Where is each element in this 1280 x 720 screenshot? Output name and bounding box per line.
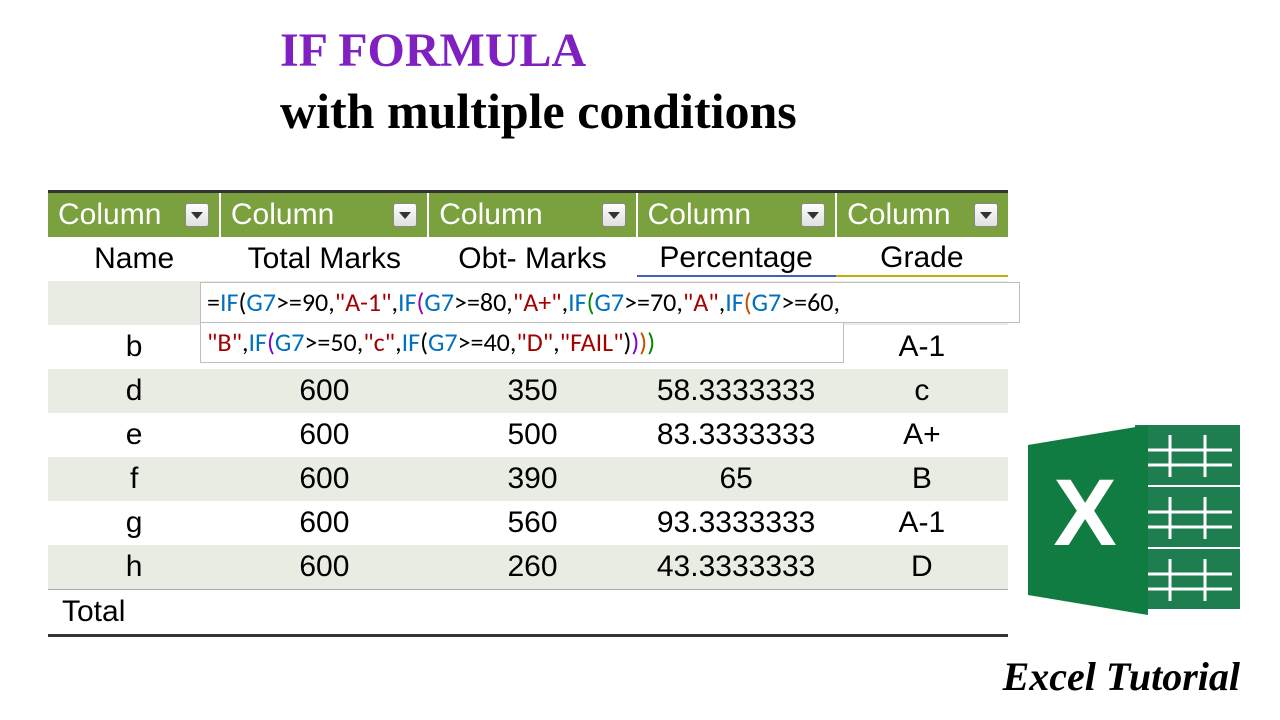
cell-total[interactable]: 600 [220,550,428,584]
col-label-name: Name [48,242,220,276]
filter-dropdown-icon[interactable] [185,203,209,227]
col-label-total: Total Marks [220,242,428,276]
cell-obt[interactable]: 500 [428,418,636,452]
title-line-1: IF FORMULA [280,25,1030,78]
table-row: d 600 350 58.3333333 c [48,369,1008,413]
cell-grade[interactable]: A-1 [836,330,1008,364]
cell-obt[interactable]: 560 [428,506,636,540]
table-row: b A-1 [48,325,1008,369]
filter-dropdown-icon[interactable] [393,203,417,227]
col-label-grade: Grade [836,241,1008,277]
cell-pct[interactable]: 58.3333333 [637,374,836,408]
table-row: h 600 260 43.3333333 D [48,545,1008,589]
title-line-2: with multiple conditions [280,84,1030,139]
filter-header-label: Column [231,198,334,232]
cell-name[interactable]: e [48,418,220,452]
filter-header-label: Column [847,198,950,232]
excel-icon: X [1020,415,1250,625]
col-label-obt: Obt- Marks [428,242,636,276]
cell-pct[interactable]: 93.3333333 [637,506,836,540]
filter-header-obt[interactable]: Column [429,193,637,237]
cell-total[interactable]: 600 [220,418,428,452]
cell-obt[interactable]: 260 [428,550,636,584]
cell-grade[interactable]: D [836,550,1008,584]
cell-pct[interactable]: 43.3333333 [637,550,836,584]
cell-name[interactable]: b [48,330,220,364]
cell-pct[interactable]: 83.3333333 [637,418,836,452]
cell-grade[interactable]: A-1 [836,506,1008,540]
filter-dropdown-icon[interactable] [974,203,998,227]
table-header-row: Column Column Column Column Column [48,193,1008,237]
filter-header-total[interactable]: Column [221,193,429,237]
cell-grade[interactable]: c [836,374,1008,408]
column-labels-row: Name Total Marks Obt- Marks Percentage G… [48,237,1008,281]
table-row-editing [48,281,1008,325]
cell-name[interactable]: d [48,374,220,408]
cell-grade[interactable]: B [836,462,1008,496]
data-table: Column Column Column Column Column Name … [48,190,1008,637]
filter-header-label: Column [58,198,161,232]
total-label: Total [48,595,224,629]
cell-pct[interactable]: 65 [637,462,836,496]
cell-grade[interactable]: A+ [836,418,1008,452]
cell-obt[interactable]: 390 [428,462,636,496]
filter-header-label: Column [648,198,751,232]
brand-label: Excel Tutorial [1003,653,1240,700]
svg-text:X: X [1053,460,1116,566]
table-row: f 600 390 65 B [48,457,1008,501]
table-row: e 600 500 83.3333333 A+ [48,413,1008,457]
cell-total[interactable]: 600 [220,462,428,496]
cell-name[interactable]: g [48,506,220,540]
table-row: g 600 560 93.3333333 A-1 [48,501,1008,545]
col-label-pct: Percentage [637,241,836,277]
table-total-row: Total [48,589,1008,634]
filter-header-pct[interactable]: Column [638,193,838,237]
cell-obt[interactable]: 350 [428,374,636,408]
cell-name[interactable]: h [48,550,220,584]
cell-name[interactable]: f [48,462,220,496]
cell-total[interactable]: 600 [220,506,428,540]
cell-total[interactable]: 600 [220,374,428,408]
filter-dropdown-icon[interactable] [801,203,825,227]
filter-dropdown-icon[interactable] [602,203,626,227]
filter-header-name[interactable]: Column [48,193,221,237]
filter-header-label: Column [439,198,542,232]
page-title-block: IF FORMULA with multiple conditions [280,25,1030,139]
filter-header-grade[interactable]: Column [837,193,1008,237]
